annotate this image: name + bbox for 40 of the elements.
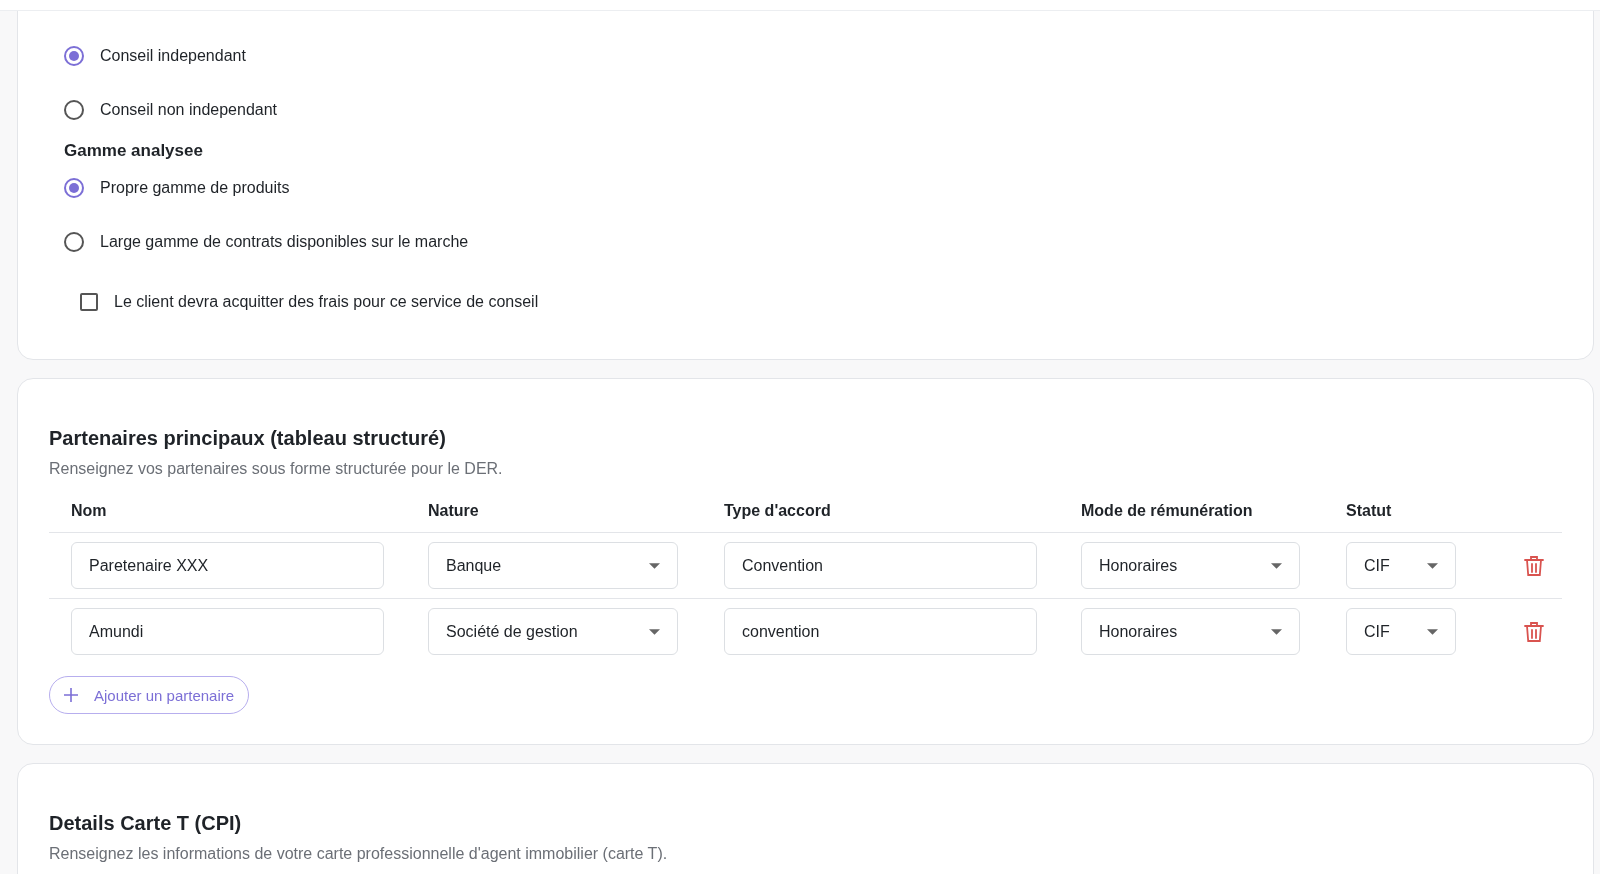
dropdown[interactable]: Société de gestion xyxy=(428,608,678,655)
radio-label[interactable]: Large gamme de contrats disponibles sur le marche xyxy=(100,233,469,251)
add-partner-button[interactable]: Ajouter un partenaire xyxy=(49,676,250,714)
section-heading: Gamme analysee xyxy=(64,141,204,161)
radio-button[interactable] xyxy=(64,100,84,120)
dropdown[interactable]: CIF xyxy=(1346,542,1456,589)
caret-icon xyxy=(1271,562,1282,569)
section-subtitle: Renseignez vos partenaires sous forme structurée pour le DER. xyxy=(49,460,504,478)
radio-label[interactable]: Propre gamme de produits xyxy=(100,179,290,197)
column-header: Type d'accord xyxy=(702,502,1059,533)
checkbox[interactable] xyxy=(80,293,98,311)
radio-button[interactable] xyxy=(64,46,84,66)
dropdown[interactable]: Honoraires xyxy=(1081,542,1300,589)
column-header: Nom xyxy=(49,502,406,533)
trash-icon[interactable] xyxy=(1524,554,1544,577)
column-header: Nature xyxy=(406,502,702,533)
dropdown[interactable]: Honoraires xyxy=(1081,608,1300,655)
plus-icon xyxy=(64,688,78,702)
caret-icon xyxy=(1427,628,1438,635)
text-field[interactable]: Paretenaire XXX xyxy=(71,542,384,589)
radio-button[interactable] xyxy=(64,232,84,252)
radio-label[interactable]: Conseil non independant xyxy=(100,101,278,119)
caret-icon xyxy=(649,628,660,635)
radio-button[interactable] xyxy=(64,178,84,198)
dropdown[interactable]: Banque xyxy=(428,542,678,589)
trash-icon[interactable] xyxy=(1524,620,1544,643)
dropdown[interactable]: CIF xyxy=(1346,608,1456,655)
section-title: Details Carte T (CPI) xyxy=(49,812,243,835)
text-field[interactable]: convention xyxy=(724,608,1037,655)
radio-label[interactable]: Conseil independant xyxy=(100,47,246,65)
section-title: Partenaires principaux (tableau structuré) xyxy=(49,427,447,450)
caret-icon xyxy=(1271,628,1282,635)
section-subtitle: Renseignez les informations de votre carte professionnelle d'agent immobilier (carte T). xyxy=(49,845,669,863)
text-field[interactable]: Convention xyxy=(724,542,1037,589)
caret-icon xyxy=(649,562,660,569)
caret-icon xyxy=(1427,562,1438,569)
checkbox-label[interactable]: Le client devra acquitter des frais pour ce service de conseil xyxy=(114,293,539,311)
column-header: Statut xyxy=(1324,502,1484,533)
column-header: Mode de rémunération xyxy=(1059,502,1324,533)
text-field[interactable]: Amundi xyxy=(71,608,384,655)
